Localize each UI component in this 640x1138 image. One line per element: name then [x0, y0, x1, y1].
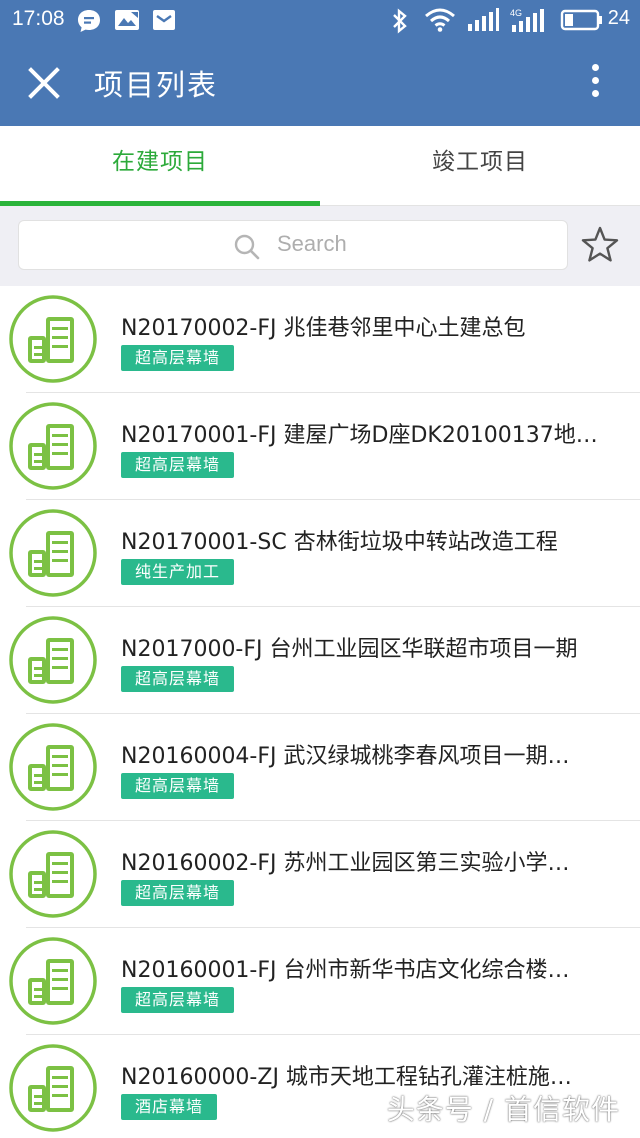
status-bar: 17:08 4G 24 — [0, 0, 640, 40]
project-title: N2017000-FJ 台州工业园区华联超市项目一期 — [121, 637, 578, 662]
project-title: N20170002-FJ 兆佳巷邻里中心土建总包 — [121, 316, 526, 341]
message-bubble-icon — [78, 10, 100, 32]
project-title: N20170001-FJ 建屋广场D座DK20100137地… — [121, 423, 598, 448]
project-type-badge: 超高层幕墙 — [121, 880, 235, 906]
tab-completed[interactable]: 竣工项目 — [320, 126, 640, 206]
list-item[interactable]: N20160004-FJ 武汉绿城桃李春风项目一期… 超高层幕墙 — [0, 714, 640, 821]
search-input[interactable]: Search — [18, 220, 568, 270]
building-icon — [9, 402, 97, 490]
star-outline-icon[interactable] — [580, 225, 620, 265]
tab-under-construction[interactable]: 在建项目 — [0, 126, 320, 206]
list-item[interactable]: N20160001-FJ 台州市新华书店文化综合楼… 超高层幕墙 — [0, 928, 640, 1035]
project-type-badge: 超高层幕墙 — [121, 345, 235, 371]
list-item[interactable]: N20170002-FJ 兆佳巷邻里中心土建总包 超高层幕墙 — [0, 286, 640, 393]
building-icon — [9, 509, 97, 597]
project-type-badge: 超高层幕墙 — [121, 987, 235, 1013]
project-type-badge: 超高层幕墙 — [121, 452, 235, 478]
search-bar-area: Search — [0, 206, 640, 286]
project-type-badge: 纯生产加工 — [121, 559, 235, 585]
project-title: N20160004-FJ 武汉绿城桃李春风项目一期… — [121, 744, 570, 769]
watermark: 头条号 / 首信软件 — [386, 1093, 620, 1126]
project-title: N20160000-ZJ 城市天地工程钻孔灌注桩施… — [121, 1065, 572, 1090]
battery-icon — [560, 9, 602, 31]
project-title: N20160002-FJ 苏州工业园区第三实验小学… — [121, 851, 570, 876]
building-icon — [9, 616, 97, 704]
building-icon — [9, 830, 97, 918]
signal-icon — [468, 8, 499, 31]
list-item[interactable]: N2017000-FJ 台州工业园区华联超市项目一期 超高层幕墙 — [0, 607, 640, 714]
status-time: 17:08 — [12, 7, 65, 30]
tab-bar: 在建项目 竣工项目 — [0, 126, 640, 206]
app-bar: 项目列表 — [0, 40, 640, 126]
project-title: N20160001-FJ 台州市新华书店文化综合楼… — [121, 958, 570, 983]
list-item[interactable]: N20160002-FJ 苏州工业园区第三实验小学… 超高层幕墙 — [0, 821, 640, 928]
project-type-badge: 超高层幕墙 — [121, 773, 235, 799]
list-item[interactable]: N20170001-SC 杏林街垃圾中转站改造工程 纯生产加工 — [0, 500, 640, 607]
close-icon[interactable] — [22, 61, 66, 105]
project-type-badge: 超高层幕墙 — [121, 666, 235, 692]
wifi-icon — [425, 8, 455, 32]
search-placeholder: Search — [277, 231, 347, 256]
more-vertical-icon[interactable] — [590, 64, 600, 104]
page-title: 项目列表 — [94, 68, 219, 102]
building-icon — [9, 723, 97, 811]
bluetooth-icon — [393, 8, 407, 34]
building-icon — [9, 295, 97, 383]
building-icon — [9, 1044, 97, 1132]
project-list: N20170002-FJ 兆佳巷邻里中心土建总包 超高层幕墙 N20170001… — [0, 286, 640, 1138]
project-title: N20170001-SC 杏林街垃圾中转站改造工程 — [121, 530, 558, 555]
list-item[interactable]: N20170001-FJ 建屋广场D座DK20100137地… 超高层幕墙 — [0, 393, 640, 500]
signal-4g-icon: 4G — [510, 8, 544, 32]
image-icon — [115, 10, 139, 30]
search-icon — [234, 234, 260, 260]
battery-level: 24 — [607, 7, 630, 29]
building-icon — [9, 937, 97, 1025]
mail-icon — [153, 10, 175, 30]
project-type-badge: 酒店幕墙 — [121, 1094, 218, 1120]
svg-text:4G: 4G — [510, 8, 522, 18]
